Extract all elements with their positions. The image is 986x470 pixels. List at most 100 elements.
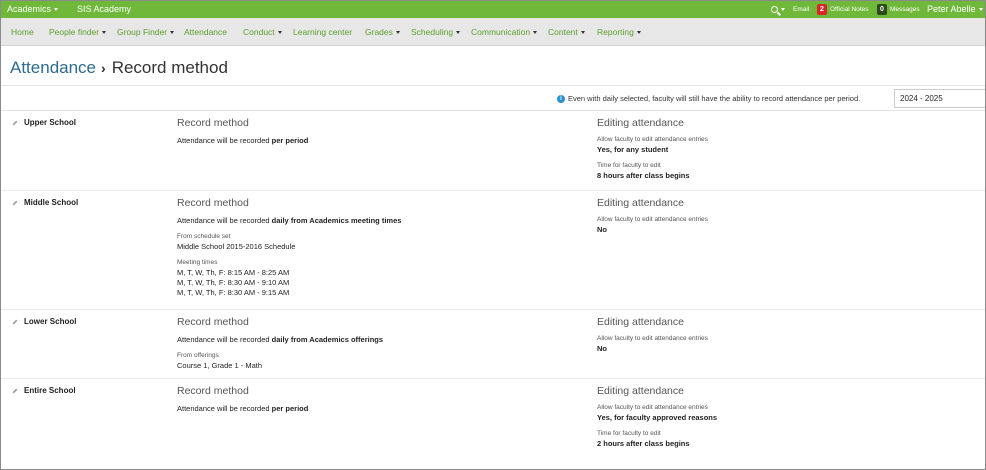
record-mode: daily from Academics offerings xyxy=(271,335,384,344)
pencil-icon[interactable] xyxy=(12,120,18,126)
allow-edit-value: No xyxy=(597,225,607,234)
editing-attendance-column: Editing attendance Allow faculty to edit… xyxy=(597,117,977,188)
chevron-down-icon xyxy=(277,31,282,35)
nav-item-attendance[interactable]: Attendance xyxy=(184,27,227,37)
info-message-text: Even with daily selected, faculty will s… xyxy=(568,94,861,103)
record-method-heading: Record method xyxy=(177,385,249,397)
chevron-right-icon: › xyxy=(101,60,106,76)
pencil-icon[interactable] xyxy=(12,200,18,206)
info-icon: i xyxy=(557,95,565,104)
editing-attendance-heading: Editing attendance xyxy=(597,117,684,129)
section-entire-school: Entire School Record method Attendance w… xyxy=(1,380,985,469)
time-to-edit-value: 8 hours after class begins xyxy=(597,171,690,180)
official-notes-link[interactable]: 2 Official Notes xyxy=(817,4,869,16)
nav-item-label: People finder xyxy=(49,27,100,37)
chevron-down-icon xyxy=(781,8,785,12)
nav-item-scheduling[interactable]: Scheduling xyxy=(411,27,461,37)
nav-item-label: Home xyxy=(11,27,34,37)
nav-item-communication[interactable]: Communication xyxy=(471,27,538,37)
allow-edit-value: Yes, for faculty approved reasons xyxy=(597,413,718,422)
meeting-time: M, T, W, Th, F: 8:30 AM - 9:10 AM xyxy=(177,278,290,287)
offerings-value: Course 1, Grade 1 - Math xyxy=(177,361,263,370)
school-name[interactable]: SIS Academy xyxy=(77,4,131,14)
nav-item-label: Scheduling xyxy=(411,27,454,37)
search-button[interactable] xyxy=(771,4,785,14)
messages-link[interactable]: 0 Messages xyxy=(877,4,920,16)
nav-item-people-finder[interactable]: People finder xyxy=(49,27,107,37)
info-bar: i Even with daily selected, faculty will … xyxy=(1,85,985,111)
nav-item-label: Conduct xyxy=(243,27,275,37)
user-name: Peter Abelle xyxy=(927,4,976,14)
editing-attendance-column: Editing attendance Allow faculty to edit… xyxy=(597,316,977,361)
chevron-down-icon xyxy=(636,31,641,35)
school-name: Middle School xyxy=(24,198,79,207)
section-lower-school: Lower School Record method Attendance wi… xyxy=(1,311,985,379)
record-mode: daily from Academics meeting times xyxy=(271,216,402,225)
nav-item-label: Learning center xyxy=(293,27,353,37)
time-to-edit-label: Time for faculty to edit xyxy=(597,162,661,169)
nav-item-label: Reporting xyxy=(597,27,634,37)
nav-item-label: Communication xyxy=(471,27,531,37)
record-method-heading: Record method xyxy=(177,117,249,129)
editing-attendance-column: Editing attendance Allow faculty to edit… xyxy=(597,197,977,242)
record-method-description: Attendance will be recorded daily from A… xyxy=(177,335,577,344)
editing-attendance-column: Editing attendance Allow faculty to edit… xyxy=(597,385,977,456)
nav-item-home[interactable]: Home xyxy=(11,27,34,37)
pencil-icon[interactable] xyxy=(12,388,18,394)
app-window: Academics SIS Academy Email 2 Official No… xyxy=(0,0,986,470)
allow-edit-label: Allow faculty to edit attendance entries xyxy=(597,216,708,223)
nav-item-conduct[interactable]: Conduct xyxy=(243,27,282,37)
time-to-edit-value: 2 hours after class begins xyxy=(597,439,690,448)
info-message: i Even with daily selected, faculty will … xyxy=(557,94,861,104)
record-method-column: Record method Attendance will be recorde… xyxy=(177,385,577,421)
app-menu-label: Academics xyxy=(7,4,52,14)
search-icon xyxy=(771,6,778,14)
breadcrumb-attendance-link[interactable]: Attendance xyxy=(10,58,96,77)
main-nav: Home People finder Group Finder Attendan… xyxy=(1,18,985,46)
editing-attendance-heading: Editing attendance xyxy=(597,197,684,209)
editing-attendance-heading: Editing attendance xyxy=(597,316,684,328)
school-name: Lower School xyxy=(24,317,77,326)
nav-item-content[interactable]: Content xyxy=(548,27,585,37)
record-method-column: Record method Attendance will be recorde… xyxy=(177,117,577,153)
record-prefix: Attendance will be recorded xyxy=(177,404,272,413)
record-prefix: Attendance will be recorded xyxy=(177,216,272,225)
top-bar: Academics SIS Academy Email 2 Official No… xyxy=(1,1,985,18)
nav-item-learning-center[interactable]: Learning center xyxy=(293,27,352,37)
allow-edit-value: No xyxy=(597,344,607,353)
nav-item-grades[interactable]: Grades xyxy=(365,27,400,37)
chevron-down-icon xyxy=(456,31,461,35)
schedule-set-value: Middle School 2015-2016 Schedule xyxy=(177,242,296,251)
record-method-heading: Record method xyxy=(177,197,249,209)
record-method-description: Attendance will be recorded daily from A… xyxy=(177,216,577,225)
nav-item-reporting[interactable]: Reporting xyxy=(597,27,641,37)
meeting-time: M, T, W, Th, F: 8:30 AM - 9:15 AM xyxy=(177,288,290,297)
app-menu[interactable]: Academics xyxy=(7,4,59,14)
email-link[interactable]: Email xyxy=(793,6,809,13)
nav-item-label: Group Finder xyxy=(117,27,168,37)
record-method-column: Record method Attendance will be recorde… xyxy=(177,197,577,298)
record-method-heading: Record method xyxy=(177,316,249,328)
nav-item-label: Attendance xyxy=(184,27,228,37)
meeting-times-label: Meeting times xyxy=(177,259,218,266)
nav-item-label: Content xyxy=(548,27,578,37)
chevron-down-icon xyxy=(580,31,585,35)
chevron-down-icon xyxy=(54,8,59,12)
nav-item-group-finder[interactable]: Group Finder xyxy=(117,27,175,37)
school-year-select[interactable]: 2024 - 2025 xyxy=(894,89,985,108)
editing-attendance-heading: Editing attendance xyxy=(597,385,684,397)
record-mode: per period xyxy=(271,404,309,413)
page-title: Record method xyxy=(111,58,228,77)
breadcrumb: Attendance › Record method xyxy=(10,58,228,78)
section-middle-school: Middle School Record method Attendance w… xyxy=(1,192,985,310)
official-notes-badge: 2 xyxy=(817,4,827,16)
nav-item-label: Grades xyxy=(365,27,393,37)
record-method-column: Record method Attendance will be recorde… xyxy=(177,316,577,378)
time-to-edit-label: Time for faculty to edit xyxy=(597,430,661,437)
meeting-time: M, T, W, Th, F: 8:15 AM - 8:25 AM xyxy=(177,268,290,277)
pencil-icon[interactable] xyxy=(12,319,18,325)
user-menu[interactable]: Peter Abelle xyxy=(927,4,983,14)
schedule-set-label: From schedule set xyxy=(177,233,231,240)
allow-edit-value: Yes, for any student xyxy=(597,145,669,154)
chevron-down-icon xyxy=(533,31,538,35)
